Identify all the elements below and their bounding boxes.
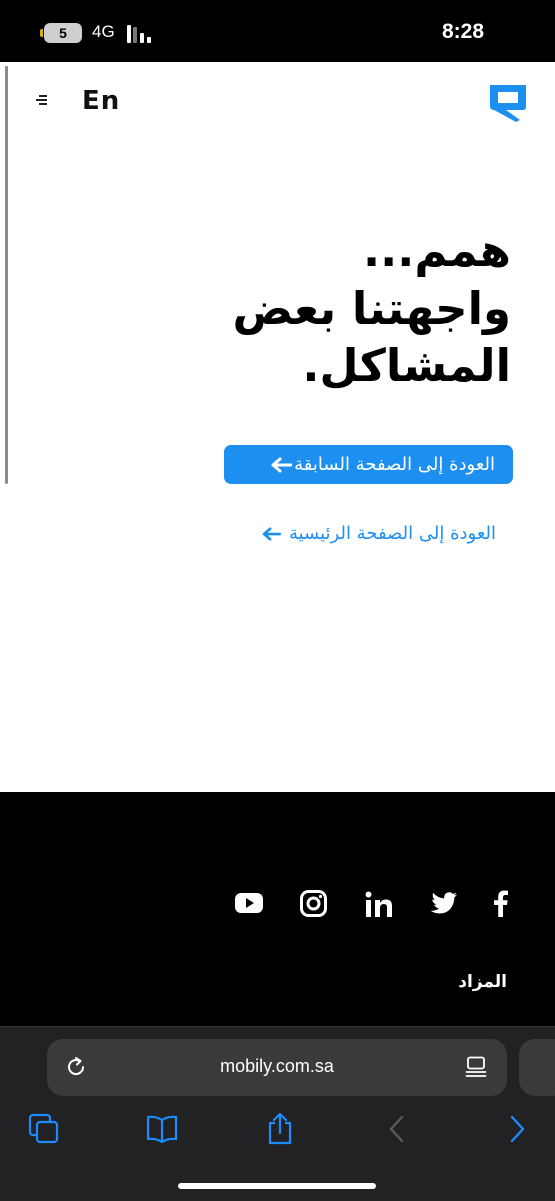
facebook-icon[interactable]	[494, 890, 508, 917]
footer-link-partial[interactable]	[389, 1015, 469, 1025]
next-tab-preview[interactable]	[519, 1039, 555, 1096]
mobily-logo-icon[interactable]	[486, 82, 530, 122]
network-type: 4G	[92, 22, 115, 41]
instagram-icon[interactable]	[300, 890, 327, 917]
language-toggle-button[interactable]: En	[82, 86, 120, 116]
home-link-label: العودة إلى الصفحة الرئيسية	[288, 523, 496, 544]
youtube-icon[interactable]	[235, 893, 263, 915]
url-text: mobily.com.sa	[220, 1056, 334, 1076]
browser-toolbar: mobily.com.sa	[0, 1026, 555, 1201]
home-indicator	[178, 1183, 376, 1189]
page-scrollbar[interactable]	[5, 66, 8, 484]
headline-line-3: المشاكل.	[302, 339, 511, 393]
battery-indicator: 5	[44, 23, 82, 43]
twitter-icon[interactable]	[430, 892, 457, 914]
arrow-left-icon	[271, 457, 293, 472]
forward-chevron-icon[interactable]	[500, 1112, 534, 1146]
site-footer: المزاد	[0, 792, 555, 1028]
footer-link-auction[interactable]: المزاد	[458, 972, 507, 992]
back-button-label: العودة إلى الصفحة السابقة	[294, 454, 495, 475]
bookmarks-icon[interactable]	[145, 1112, 179, 1146]
signal-strength-icon	[127, 25, 157, 43]
back-chevron-icon[interactable]	[380, 1112, 414, 1146]
status-time: 8:28	[441, 20, 484, 43]
back-to-previous-page-button[interactable]: العودة إلى الصفحة السابقة	[224, 445, 513, 484]
tabs-icon[interactable]	[27, 1112, 61, 1146]
error-headline: همم... واجهتنا بعض المشاكل.	[41, 222, 511, 395]
address-bar[interactable]: mobily.com.sa	[47, 1039, 507, 1096]
arrow-left-icon	[262, 527, 282, 541]
status-bar: 5 4G 8:28	[0, 0, 555, 62]
linkedin-icon[interactable]	[365, 891, 392, 918]
headline-line-2: واجهتنا بعض	[232, 281, 511, 335]
menu-icon[interactable]	[33, 95, 47, 107]
battery-tip	[40, 29, 43, 37]
reader-mode-icon[interactable]	[465, 1056, 487, 1078]
web-page: En همم... واجهتنا بعض المشاكل. العودة إل…	[0, 62, 555, 792]
share-icon[interactable]	[263, 1112, 297, 1146]
back-to-home-link[interactable]: العودة إلى الصفحة الرئيسية	[236, 523, 496, 544]
headline-line-1: همم...	[363, 224, 511, 277]
